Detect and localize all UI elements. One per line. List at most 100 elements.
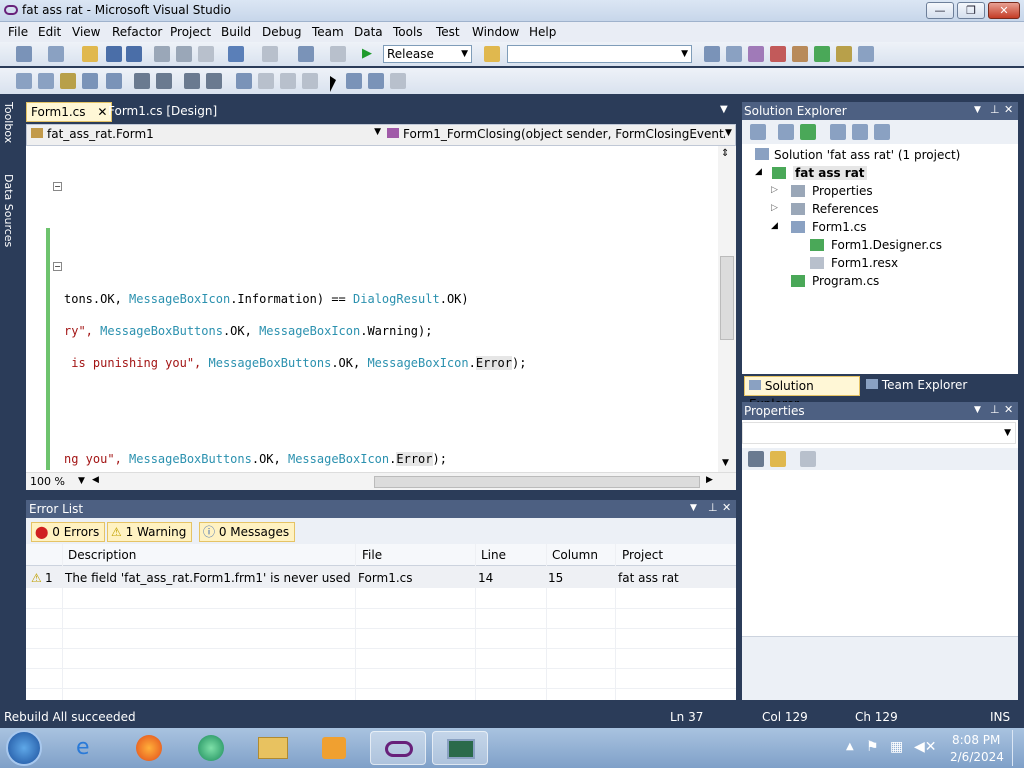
close-button[interactable]: ✕ — [988, 2, 1020, 19]
column-project[interactable]: Project — [622, 548, 663, 562]
comment-icon[interactable] — [184, 73, 200, 89]
column-column[interactable]: Column — [552, 548, 598, 562]
cut-icon[interactable] — [154, 46, 170, 62]
toolbar-options-icon[interactable] — [390, 73, 406, 89]
properties-window-icon[interactable] — [726, 46, 742, 62]
start-debugging-icon[interactable]: ▶ — [362, 46, 378, 62]
command-window-icon[interactable] — [858, 46, 874, 62]
zoom-dropdown-icon[interactable]: ▼ — [78, 476, 85, 486]
column-file[interactable]: File — [362, 548, 382, 562]
editor-vertical-scrollbar[interactable]: ⇕ ▼ — [718, 146, 736, 472]
collapsed-triangle-icon[interactable]: ▷ — [771, 203, 778, 213]
document-list-dropdown-icon[interactable]: ▼ — [720, 104, 728, 115]
column-line[interactable]: Line — [481, 548, 506, 562]
taskbar-running-app[interactable] — [432, 731, 488, 765]
network-icon[interactable]: ▦ — [890, 739, 903, 755]
expanded-triangle-icon[interactable]: ◢ — [771, 221, 778, 231]
increase-indent-icon[interactable] — [156, 73, 172, 89]
open-file-icon[interactable] — [82, 46, 98, 62]
start-page-icon[interactable] — [814, 46, 830, 62]
find-in-files-icon[interactable] — [484, 46, 500, 62]
clock-date[interactable]: 2/6/2024 — [950, 750, 1004, 764]
uncomment-icon[interactable] — [206, 73, 222, 89]
menu-team[interactable]: Team — [312, 25, 344, 39]
object-selector-dropdown[interactable]: ▼ — [742, 422, 1016, 444]
extensions-icon[interactable] — [836, 46, 852, 62]
close-panel-icon[interactable]: ✕ — [722, 501, 731, 514]
start-button[interactable] — [6, 730, 42, 766]
menu-help[interactable]: Help — [529, 25, 556, 39]
bookmark-icon[interactable] — [106, 73, 122, 89]
property-pages-icon[interactable] — [800, 451, 816, 467]
collapsed-triangle-icon[interactable]: ▷ — [771, 185, 778, 195]
save-all-icon[interactable] — [126, 46, 142, 62]
pin-icon[interactable]: ⊥ — [708, 501, 718, 514]
taskbar-file-explorer[interactable] — [246, 731, 302, 765]
toggle-bookmark-icon[interactable] — [236, 73, 252, 89]
menu-file[interactable]: File — [8, 25, 28, 39]
maximize-button[interactable]: ❐ — [957, 2, 985, 19]
tree-item-properties[interactable]: Properties — [812, 184, 873, 198]
scroll-left-icon[interactable]: ◀ — [92, 475, 99, 485]
menu-tools[interactable]: Tools — [393, 25, 423, 39]
tree-item-form1-designer[interactable]: Form1.Designer.cs — [831, 238, 942, 252]
taskbar-media-app[interactable] — [184, 731, 240, 765]
menu-view[interactable]: View — [72, 25, 100, 39]
toolbox-icon[interactable] — [770, 46, 786, 62]
split-window-icon[interactable]: ⇕ — [721, 148, 729, 159]
taskbar-media-player[interactable] — [308, 731, 364, 765]
refresh-icon[interactable] — [800, 124, 816, 140]
taskbar-firefox[interactable] — [122, 731, 178, 765]
menu-debug[interactable]: Debug — [262, 25, 301, 39]
alphabetical-icon[interactable] — [770, 451, 786, 467]
quick-info-icon[interactable] — [60, 73, 76, 89]
categorized-icon[interactable] — [748, 451, 764, 467]
menu-test[interactable]: Test — [436, 25, 460, 39]
decrease-indent-icon[interactable] — [134, 73, 150, 89]
volume-muted-icon[interactable]: ◀✕ — [914, 739, 937, 755]
expanded-triangle-icon[interactable]: ◢ — [755, 167, 762, 177]
warnings-filter-button[interactable]: ⚠ 1 Warning — [107, 522, 193, 542]
window-position-icon[interactable]: ▼ — [974, 405, 981, 415]
copy-icon[interactable] — [176, 46, 192, 62]
find-combo[interactable]: ▼ — [507, 45, 692, 63]
member-dropdown[interactable]: Form1_FormClosing(object sender, FormClo… — [387, 127, 733, 143]
tab-form1-design[interactable]: Form1.cs [Design] — [104, 102, 221, 122]
configuration-dropdown[interactable]: Release ▼ — [383, 45, 472, 63]
data-sources-tab[interactable]: Data Sources — [2, 174, 15, 247]
pin-icon[interactable]: ⊥ — [990, 403, 1000, 416]
close-panel-icon[interactable]: ✕ — [1004, 403, 1013, 416]
tree-item-solution[interactable]: Solution 'fat ass rat' (1 project) — [774, 148, 960, 162]
previous-bookmark-icon[interactable] — [258, 73, 274, 89]
save-icon[interactable] — [106, 46, 122, 62]
tools-icon[interactable] — [792, 46, 808, 62]
view-code-icon[interactable] — [830, 124, 846, 140]
tree-item-program-cs[interactable]: Program.cs — [812, 274, 879, 288]
tab-form1-cs[interactable]: Form1.cs ✕ — [26, 102, 113, 122]
show-desktop-button[interactable] — [1012, 730, 1022, 766]
next-bookmark-icon[interactable] — [280, 73, 296, 89]
menu-edit[interactable]: Edit — [38, 25, 61, 39]
vertical-scroll-thumb[interactable] — [720, 256, 734, 340]
previous-bookmark-folder-icon[interactable] — [302, 73, 318, 89]
tab-solution-explorer[interactable]: Solution Explorer — [744, 376, 860, 411]
tree-item-references[interactable]: References — [812, 202, 879, 216]
clear-bookmarks-icon[interactable] — [368, 73, 384, 89]
taskbar-internet-explorer[interactable]: e — [62, 731, 118, 765]
action-center-icon[interactable]: ⚑ — [866, 739, 879, 755]
navigate-backward-icon[interactable] — [298, 46, 314, 62]
class-dropdown[interactable]: fat_ass_rat.Form1 ▼ — [31, 127, 381, 143]
view-designer-icon[interactable] — [852, 124, 868, 140]
parameter-info-icon[interactable] — [38, 73, 54, 89]
redo-icon[interactable] — [262, 46, 278, 62]
errors-filter-button[interactable]: ⬤ 0 Errors — [31, 522, 106, 542]
collapse-region-icon[interactable]: − — [53, 182, 62, 191]
window-position-icon[interactable]: ▼ — [690, 503, 697, 513]
column-description[interactable]: Description — [68, 548, 136, 562]
window-position-icon[interactable]: ▼ — [974, 105, 981, 115]
display-object-list-icon[interactable] — [16, 73, 32, 89]
properties-icon[interactable] — [750, 124, 766, 140]
object-browser-icon[interactable] — [748, 46, 764, 62]
next-bookmark-folder-icon[interactable] — [346, 73, 362, 89]
horizontal-scroll-thumb[interactable] — [374, 476, 700, 488]
